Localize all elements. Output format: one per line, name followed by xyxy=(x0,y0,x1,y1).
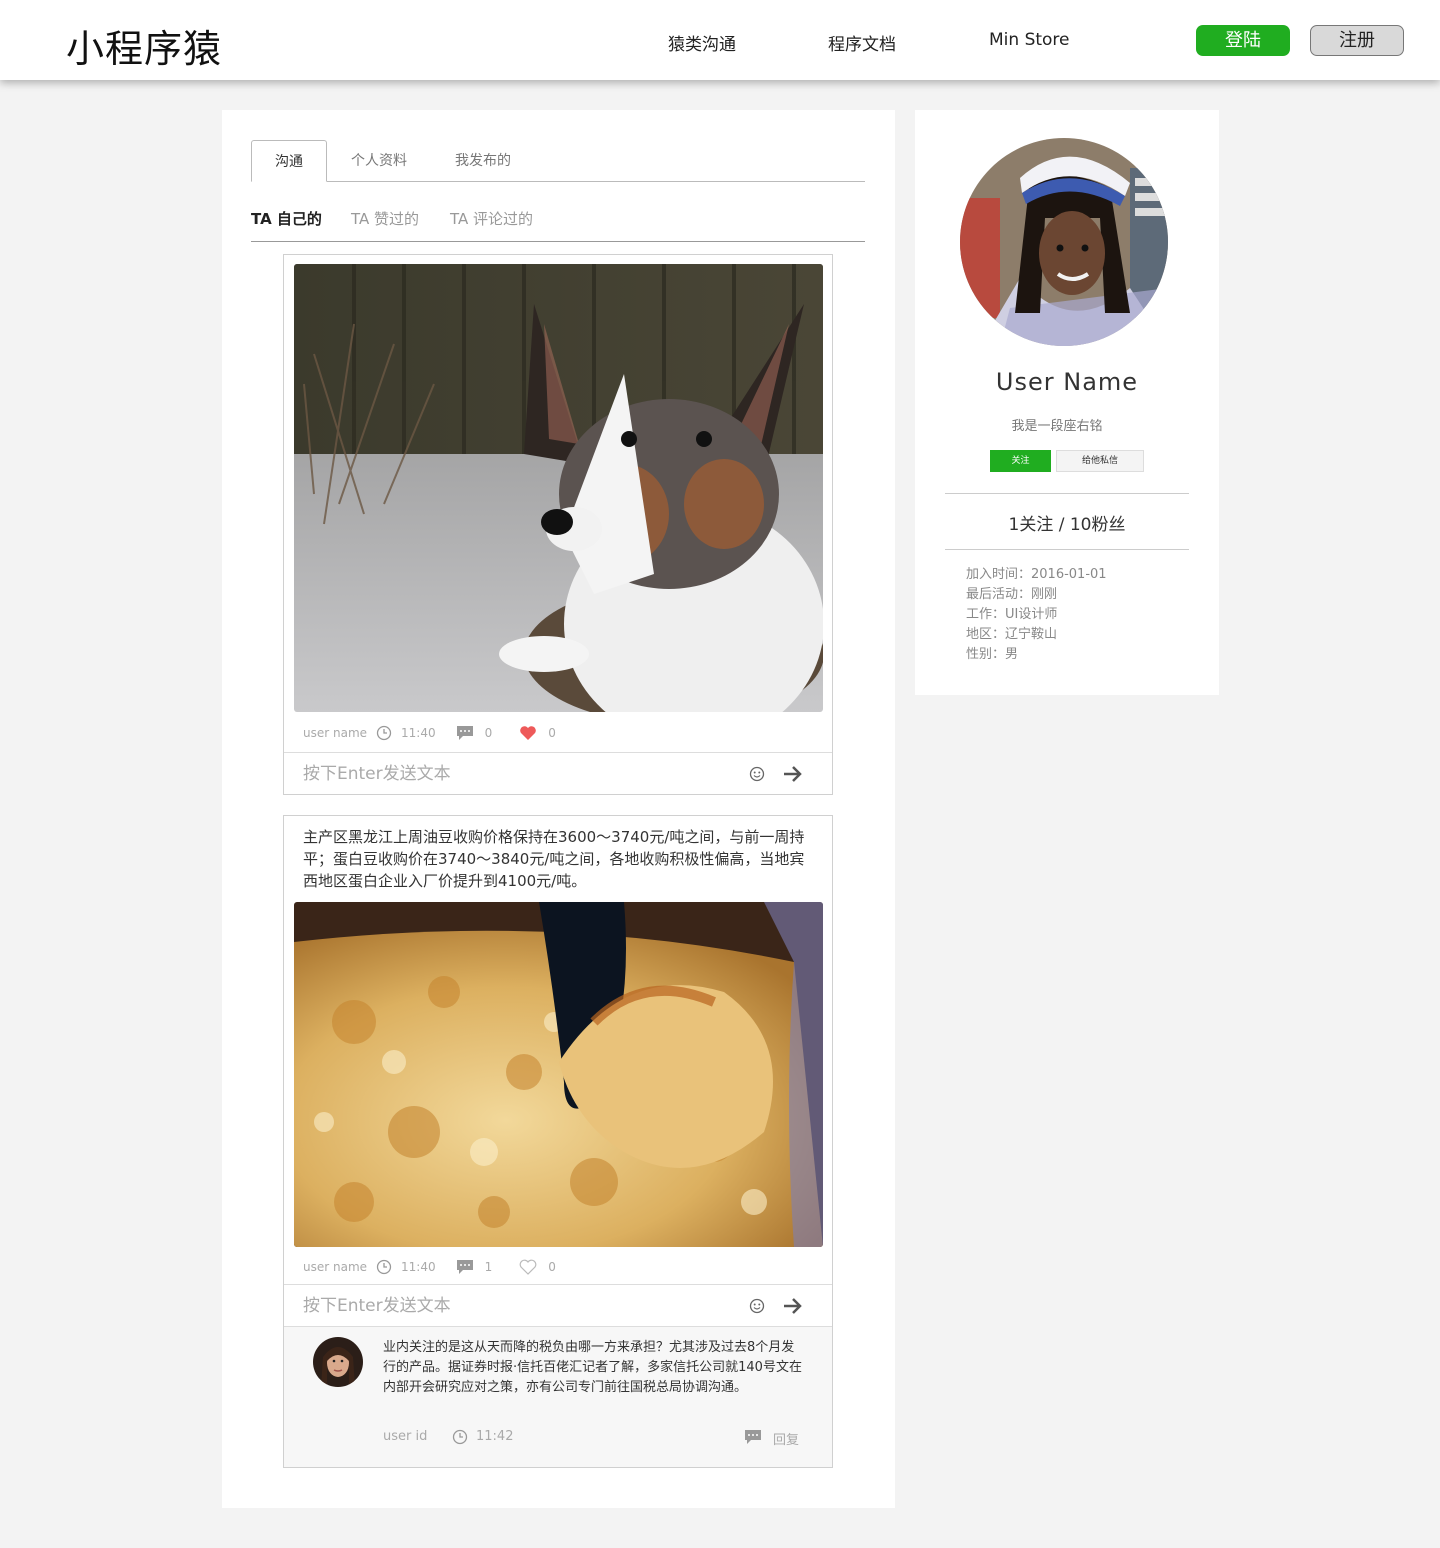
divider xyxy=(945,493,1189,494)
comment-icon[interactable] xyxy=(744,1429,762,1445)
profile-avatar[interactable] xyxy=(960,138,1168,346)
follow-stats[interactable]: 1关注 / 10粉丝 xyxy=(915,510,1219,535)
info-join-date: 加入时间：2016-01-01 xyxy=(966,567,1107,582)
subtab-commented[interactable]: TA 评论过的 xyxy=(450,208,533,229)
corgi-photo xyxy=(294,264,823,712)
info-job: 工作：UI设计师 xyxy=(966,607,1058,622)
clock-icon xyxy=(376,725,392,741)
tab-my-posts[interactable]: 我发布的 xyxy=(445,140,521,182)
post-card: 主产区黑龙江上周油豆收购价格保持在3600～3740元/吨之间，与前一周持平；蛋… xyxy=(283,815,833,1468)
emoji-icon[interactable] xyxy=(749,1298,765,1314)
top-header: 小程序猿 猿类沟通 程序文档 Min Store 登陆 注册 xyxy=(0,0,1440,80)
subtab-own[interactable]: TA 自己的 xyxy=(251,208,322,229)
comment-bar xyxy=(284,752,832,794)
comment-bar xyxy=(284,1284,832,1326)
tab-personal-info[interactable]: 个人资料 xyxy=(341,140,417,182)
profile-sidebar: User Name 我是一段座右铭 关注 给他私信 1关注 / 10粉丝 加入时… xyxy=(915,110,1219,695)
avatar-woman-icon xyxy=(313,1337,363,1387)
post-text: 主产区黑龙江上周油豆收购价格保持在3600～3740元/吨之间，与前一周持平；蛋… xyxy=(303,828,805,890)
send-arrow-icon[interactable] xyxy=(782,765,804,783)
send-arrow-icon[interactable] xyxy=(782,1297,804,1315)
info-last-active: 最后活动：刚刚 xyxy=(966,587,1058,602)
follow-button[interactable]: 关注 xyxy=(990,450,1051,472)
comment-count: 0 xyxy=(484,726,493,740)
message-button[interactable]: 给他私信 xyxy=(1056,450,1144,472)
post-meta: user name 11:40 0 0 xyxy=(303,723,556,743)
divider xyxy=(945,549,1189,550)
post-username[interactable]: user name xyxy=(303,726,367,740)
subtab-liked[interactable]: TA 赞过的 xyxy=(351,208,419,229)
avatar-photo xyxy=(960,138,1168,346)
comment-count: 1 xyxy=(484,1260,493,1274)
like-count: 0 xyxy=(548,1260,556,1274)
comment-input[interactable] xyxy=(303,763,723,785)
reply-user-id[interactable]: user id xyxy=(383,1429,427,1444)
like-count: 0 xyxy=(548,726,556,740)
profile-tabs: 沟通 个人资料 我发布的 xyxy=(251,140,865,182)
nav-ape-communication[interactable]: 猿类沟通 xyxy=(668,30,736,55)
reply-meta: user id 11:42 回复 xyxy=(383,1427,803,1448)
comment-icon[interactable] xyxy=(456,725,474,741)
comment-icon[interactable] xyxy=(456,1259,474,1275)
nav-program-docs[interactable]: 程序文档 xyxy=(828,30,896,55)
reply-item: 业内关注的是这从天而降的税负由哪一方来承担？尤其涉及过去8个月发行的产品。据证券… xyxy=(284,1326,832,1467)
clock-icon xyxy=(376,1259,392,1275)
post-image[interactable] xyxy=(294,902,823,1247)
profile-username: User Name xyxy=(995,368,1139,396)
emoji-icon[interactable] xyxy=(749,766,765,782)
heart-filled-icon[interactable] xyxy=(519,725,537,741)
sub-tabs: TA 自己的 TA 赞过的 TA 评论过的 xyxy=(251,204,865,242)
reply-text: 业内关注的是这从天而降的税负由哪一方来承担？尤其涉及过去8个月发行的产品。据证券… xyxy=(383,1340,802,1395)
post-time: 11:40 xyxy=(401,1260,436,1274)
comment-input[interactable] xyxy=(303,1295,723,1317)
heart-outline-icon[interactable] xyxy=(519,1259,537,1275)
register-button[interactable]: 注册 xyxy=(1310,25,1404,56)
main-panel: 沟通 个人资料 我发布的 TA 自己的 TA 赞过的 TA 评论过的 user … xyxy=(222,110,895,1508)
post-username[interactable]: user name xyxy=(303,1260,367,1274)
pasta-photo xyxy=(294,902,823,1247)
reply-avatar[interactable] xyxy=(313,1337,363,1387)
profile-motto: 我是一段座右铭 xyxy=(1011,419,1103,434)
site-logo[interactable]: 小程序猿 xyxy=(66,18,222,73)
info-gender: 性别：男 xyxy=(966,647,1019,662)
profile-info: 加入时间：2016-01-01 最后活动：刚刚 工作：UI设计师 地区：辽宁鞍山… xyxy=(966,565,1107,665)
reply-button[interactable]: 回复 xyxy=(773,1429,799,1448)
info-region: 地区：辽宁鞍山 xyxy=(966,627,1058,642)
clock-icon xyxy=(452,1429,468,1445)
reply-time: 11:42 xyxy=(476,1429,514,1444)
post-time: 11:40 xyxy=(401,726,436,740)
post-meta: user name 11:40 1 0 xyxy=(303,1257,556,1277)
login-button[interactable]: 登陆 xyxy=(1196,25,1290,56)
post-image[interactable] xyxy=(294,264,823,712)
tab-communication[interactable]: 沟通 xyxy=(251,140,327,182)
nav-min-store[interactable]: Min Store xyxy=(989,30,1070,50)
post-card: user name 11:40 0 0 xyxy=(283,254,833,795)
